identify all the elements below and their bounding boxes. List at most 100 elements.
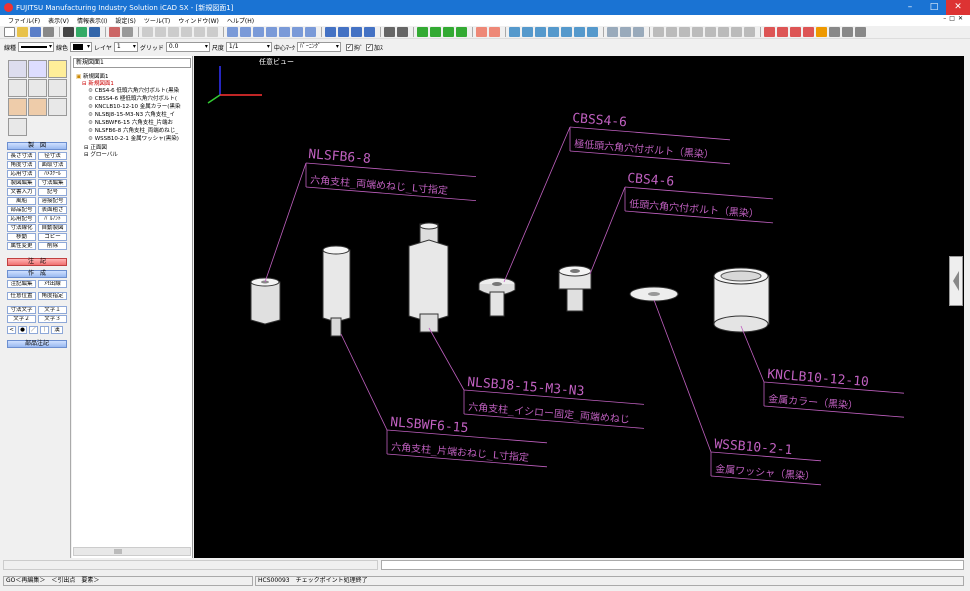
line7-icon[interactable] — [842, 27, 853, 37]
zoom-fit-icon[interactable] — [168, 27, 179, 37]
layer-icon[interactable] — [417, 27, 428, 37]
checkbox-1[interactable]: ✓ — [345, 43, 353, 51]
undo-icon[interactable] — [384, 27, 395, 37]
tree-scrollbar[interactable] — [73, 547, 191, 556]
part-nlsfb6-8[interactable] — [250, 277, 281, 325]
cmd-button[interactable]: 文字１ — [38, 306, 67, 314]
extra-button[interactable]: 漢 — [51, 326, 63, 334]
tree-item-part[interactable]: ⚙ WSSB10-2-1 金属ワッシャ(黒染) — [88, 134, 192, 142]
linetype-select[interactable] — [18, 42, 55, 52]
open-icon[interactable] — [17, 27, 28, 37]
point-button[interactable]: ● — [18, 326, 27, 334]
part-tool-button[interactable] — [8, 98, 27, 116]
arrow-left-button[interactable]: < — [7, 326, 16, 334]
cmd-button[interactable]: 応用記号 — [7, 215, 36, 223]
snap6-icon[interactable] — [679, 27, 690, 37]
tree-item-part[interactable]: ⚙ CBS4-6 低頭六角穴付ボルト(黒染 — [88, 86, 192, 94]
print-icon[interactable] — [43, 27, 54, 37]
line3-icon[interactable] — [790, 27, 801, 37]
h4-icon[interactable] — [561, 27, 572, 37]
pan-icon[interactable] — [194, 27, 205, 37]
cmd-button[interactable]: 寸法線化 — [7, 224, 36, 232]
check-tool-button[interactable] — [8, 60, 27, 78]
snap11-icon[interactable] — [744, 27, 755, 37]
layer2-icon[interactable] — [430, 27, 441, 37]
menu-item-tools[interactable]: ツール(T) — [144, 16, 170, 25]
snap8-icon[interactable] — [705, 27, 716, 37]
redo2-icon[interactable] — [397, 27, 408, 37]
slash-button[interactable]: ／ — [29, 326, 38, 334]
layer-select[interactable]: 1 — [113, 42, 138, 52]
cmd-button[interactable]: 角度寸法 — [7, 161, 36, 169]
snap3-icon[interactable] — [633, 27, 644, 37]
section-drawing[interactable]: 製 図 — [7, 142, 67, 150]
callout-cbss4-6[interactable]: CBSS4-6極低頭六角穴付ボルト（黒染） — [503, 111, 731, 283]
snap2-icon[interactable] — [620, 27, 631, 37]
drawing-selector[interactable]: 新規図面1 — [73, 58, 191, 68]
maximize-button[interactable]: □ — [922, 0, 946, 15]
minimize-button[interactable]: – — [898, 0, 922, 15]
menu-item-file[interactable]: ファイル(F) — [8, 16, 40, 25]
color-select[interactable] — [70, 42, 93, 52]
cmd-button[interactable]: 部品記号 — [7, 206, 36, 214]
pen-tool-button[interactable] — [8, 79, 27, 97]
h5-icon[interactable] — [574, 27, 585, 37]
h2-icon[interactable] — [535, 27, 546, 37]
color-icon[interactable] — [476, 27, 487, 37]
cmd-button[interactable]: 長さ寸法 — [7, 152, 36, 160]
cmd-button[interactable]: 移動 — [7, 233, 36, 241]
cmd-button[interactable]: 表面粗さ — [38, 206, 67, 214]
drawing-canvas[interactable]: 任意ビュー NLSFB6-8 六角支柱_両端めねじ_L寸指定 CBSS4-6 極… — [194, 56, 964, 558]
view-front-icon[interactable] — [227, 27, 238, 37]
snap10-icon[interactable] — [731, 27, 742, 37]
snap5-icon[interactable] — [666, 27, 677, 37]
shade-icon[interactable] — [325, 27, 336, 37]
cancel-icon[interactable] — [181, 27, 192, 37]
callout-knclb10-12-10[interactable]: KNCLB10-12-10金属カラー（黒染） — [740, 325, 905, 418]
cmd-button[interactable]: 径寸法 — [38, 152, 67, 160]
cmd-button[interactable]: 文字２ — [7, 315, 36, 323]
shade2-icon[interactable] — [338, 27, 349, 37]
cmd-button[interactable]: 記号 — [38, 188, 67, 196]
refresh-icon[interactable] — [207, 27, 218, 37]
tool-icon[interactable] — [109, 27, 120, 37]
part-cbss4-6[interactable] — [478, 277, 516, 317]
menu-item-view[interactable]: 表示(V) — [48, 16, 69, 25]
tree-item-part[interactable]: ⚙ NLSBWF6-15 六角支柱_片端お — [88, 118, 192, 126]
cmd-button[interactable]: 風船 — [7, 197, 36, 205]
side-panel-toggle[interactable] — [949, 256, 963, 306]
part-nlsbj8-15-m3-n3[interactable] — [408, 222, 449, 333]
snap-icon[interactable] — [607, 27, 618, 37]
callout-cbs4-6[interactable]: CBS4-6低頭六角穴付ボルト（黒染） — [589, 171, 774, 275]
line6-icon[interactable] — [829, 27, 840, 37]
view-right-icon[interactable] — [305, 27, 316, 37]
h1-icon[interactable] — [522, 27, 533, 37]
part-knclb10-12-10[interactable] — [713, 267, 770, 333]
line5-icon[interactable] — [816, 27, 827, 37]
cmd-button[interactable]: 面取寸法 — [38, 161, 67, 169]
cmd-button[interactable]: コピー — [38, 233, 67, 241]
brush-tool-button[interactable] — [8, 118, 27, 136]
tree-item-part[interactable]: ⚙ NLSBJ8-15-M3-N3 六角支柱_イ — [88, 110, 192, 118]
section-note[interactable]: 注 記 — [7, 258, 67, 266]
layer4-icon[interactable] — [456, 27, 467, 37]
tree-item-part[interactable]: ⚙ KNCLB10-12-10 金属カラー(黒染 — [88, 102, 192, 110]
line-icon[interactable] — [764, 27, 775, 37]
view-bottom-icon[interactable] — [292, 27, 303, 37]
part-wssb10-2-1[interactable] — [629, 286, 679, 302]
snap9-icon[interactable] — [718, 27, 729, 37]
snap7-icon[interactable] — [692, 27, 703, 37]
dimension-tool-button[interactable] — [28, 60, 47, 78]
cmd-button[interactable]: 削除 — [38, 242, 67, 250]
line2-icon[interactable] — [777, 27, 788, 37]
view-side-icon[interactable] — [253, 27, 264, 37]
cmd-button[interactable]: 属性変更 — [7, 242, 36, 250]
cmd-button[interactable]: 任意位置 — [7, 292, 36, 300]
zoom-icon[interactable] — [142, 27, 153, 37]
cmd-button[interactable]: 応用寸法 — [7, 170, 36, 178]
menu-item-info[interactable]: 情報表示(I) — [77, 16, 107, 25]
save-icon[interactable] — [30, 27, 41, 37]
tree-view-global[interactable]: ⊟ グローバル — [84, 150, 118, 158]
cmd-button[interactable]: 文字３ — [38, 315, 67, 323]
new-icon[interactable] — [4, 27, 15, 37]
